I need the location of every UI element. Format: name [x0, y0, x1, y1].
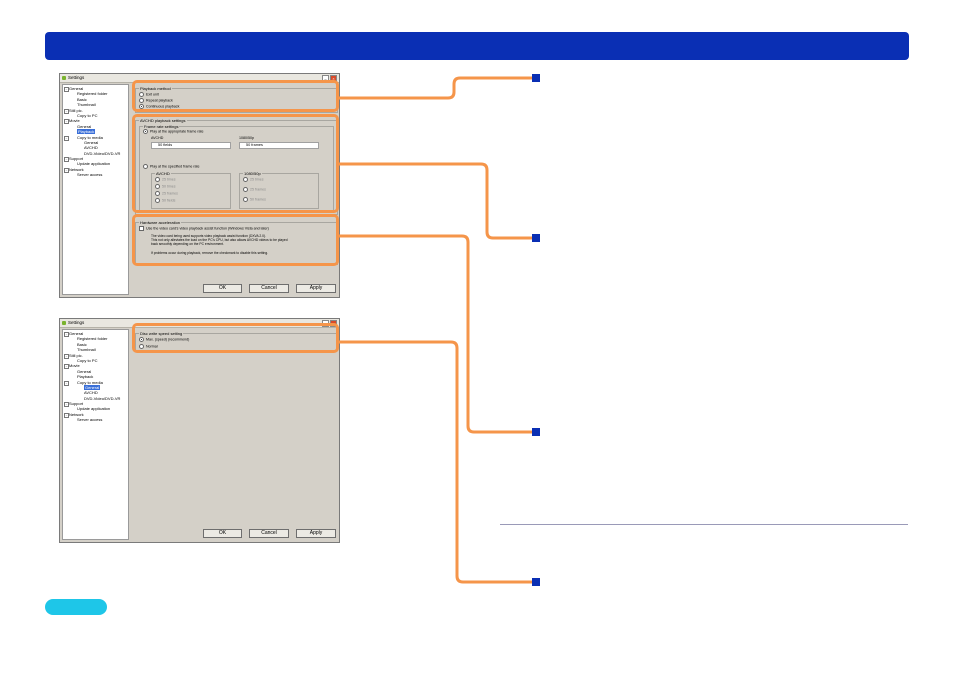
- connector-lines: [339, 76, 535, 584]
- section-marker: [532, 578, 540, 586]
- connector-line-3: [339, 234, 535, 434]
- connector-line-1: [339, 76, 535, 100]
- connector-line-2: [339, 162, 535, 240]
- section-marker: [532, 234, 540, 242]
- connector-line-4: [339, 340, 535, 584]
- note-pill: [45, 599, 107, 615]
- section-divider: [500, 524, 908, 525]
- section-marker: [532, 74, 540, 82]
- section-marker: [532, 428, 540, 436]
